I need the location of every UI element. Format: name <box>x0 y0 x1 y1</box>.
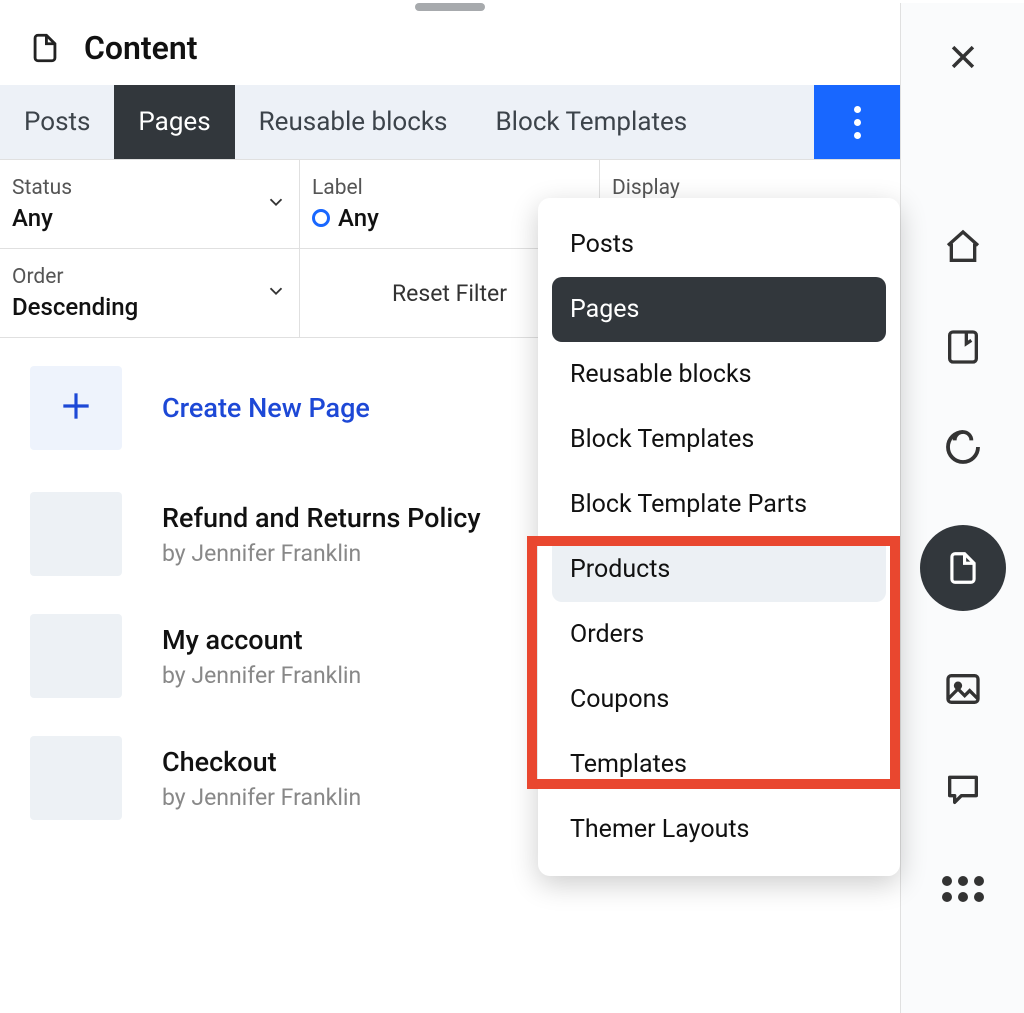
create-new-page-label: Create New Page <box>162 392 370 424</box>
close-button[interactable] <box>941 35 985 79</box>
filter-display-label: Display <box>612 176 680 200</box>
content-icon <box>28 31 62 65</box>
dropdown-item-themer-layouts[interactable]: Themer Layouts <box>552 797 886 862</box>
page-thumbnail <box>30 614 122 698</box>
chevron-down-icon <box>265 280 287 306</box>
filter-label-value: Any <box>338 204 379 232</box>
chevron-down-icon <box>265 191 287 217</box>
dropdown-item-orders[interactable]: Orders <box>552 602 886 667</box>
page-thumbnail <box>30 492 122 576</box>
page-title: Content <box>84 29 198 67</box>
dots-vertical-icon <box>854 106 861 139</box>
tab-posts[interactable]: Posts <box>0 85 114 159</box>
create-thumb <box>30 366 122 450</box>
tab-block-templates[interactable]: Block Templates <box>471 85 711 159</box>
apps-icon[interactable] <box>941 867 985 911</box>
dropdown-item-templates[interactable]: Templates <box>552 732 886 797</box>
filter-label-label: Label <box>312 176 379 200</box>
home-icon[interactable] <box>941 225 985 269</box>
page-info: My account by Jennifer Franklin <box>162 624 361 689</box>
dropdown-item-coupons[interactable]: Coupons <box>552 667 886 732</box>
more-tabs-button[interactable] <box>814 85 900 159</box>
page-item-author: by Jennifer Franklin <box>162 540 481 567</box>
drag-handle[interactable] <box>415 3 485 11</box>
dropdown-item-pages[interactable]: Pages <box>552 277 886 342</box>
panel-header: Content <box>0 11 900 85</box>
tab-pages[interactable]: Pages <box>114 85 234 159</box>
filter-order[interactable]: Order Descending <box>0 249 300 337</box>
page-info: Refund and Returns Policy by Jennifer Fr… <box>162 502 481 567</box>
tabs-spacer <box>711 85 814 159</box>
right-rail <box>900 3 1024 1013</box>
dropdown-item-block-template-parts[interactable]: Block Template Parts <box>552 472 886 537</box>
filter-order-value: Descending <box>12 293 138 321</box>
dropdown-item-products[interactable]: Products <box>552 537 886 602</box>
filter-status-value: Any <box>12 204 72 232</box>
comment-icon[interactable] <box>941 767 985 811</box>
page-item-author: by Jennifer Franklin <box>162 662 361 689</box>
tab-reusable-blocks[interactable]: Reusable blocks <box>235 85 472 159</box>
dropdown-item-posts[interactable]: Posts <box>552 212 886 277</box>
image-icon[interactable] <box>941 667 985 711</box>
page-thumbnail <box>30 736 122 820</box>
dropdown-item-reusable-blocks[interactable]: Reusable blocks <box>552 342 886 407</box>
page-item-title: My account <box>162 624 361 656</box>
page-item-title: Checkout <box>162 746 361 778</box>
page-item-author: by Jennifer Franklin <box>162 784 361 811</box>
page-info: Checkout by Jennifer Franklin <box>162 746 361 811</box>
content-panel: Content Posts Pages Reusable blocks Bloc… <box>0 3 900 1013</box>
tabs-row: Posts Pages Reusable blocks Block Templa… <box>0 85 900 160</box>
content-rail-button[interactable] <box>920 525 1006 611</box>
filter-status[interactable]: Status Any <box>0 160 300 248</box>
reset-filter-label: Reset Filter <box>392 280 507 307</box>
filter-status-label: Status <box>12 176 72 200</box>
bookmark-icon[interactable] <box>941 325 985 369</box>
filter-order-label: Order <box>12 265 138 289</box>
dropdown-item-block-templates[interactable]: Block Templates <box>552 407 886 472</box>
radio-icon <box>312 209 330 227</box>
post-type-dropdown: Posts Pages Reusable blocks Block Templa… <box>538 198 900 876</box>
page-item-title: Refund and Returns Policy <box>162 502 481 534</box>
plus-icon <box>57 387 95 429</box>
loop-icon[interactable] <box>941 425 985 469</box>
